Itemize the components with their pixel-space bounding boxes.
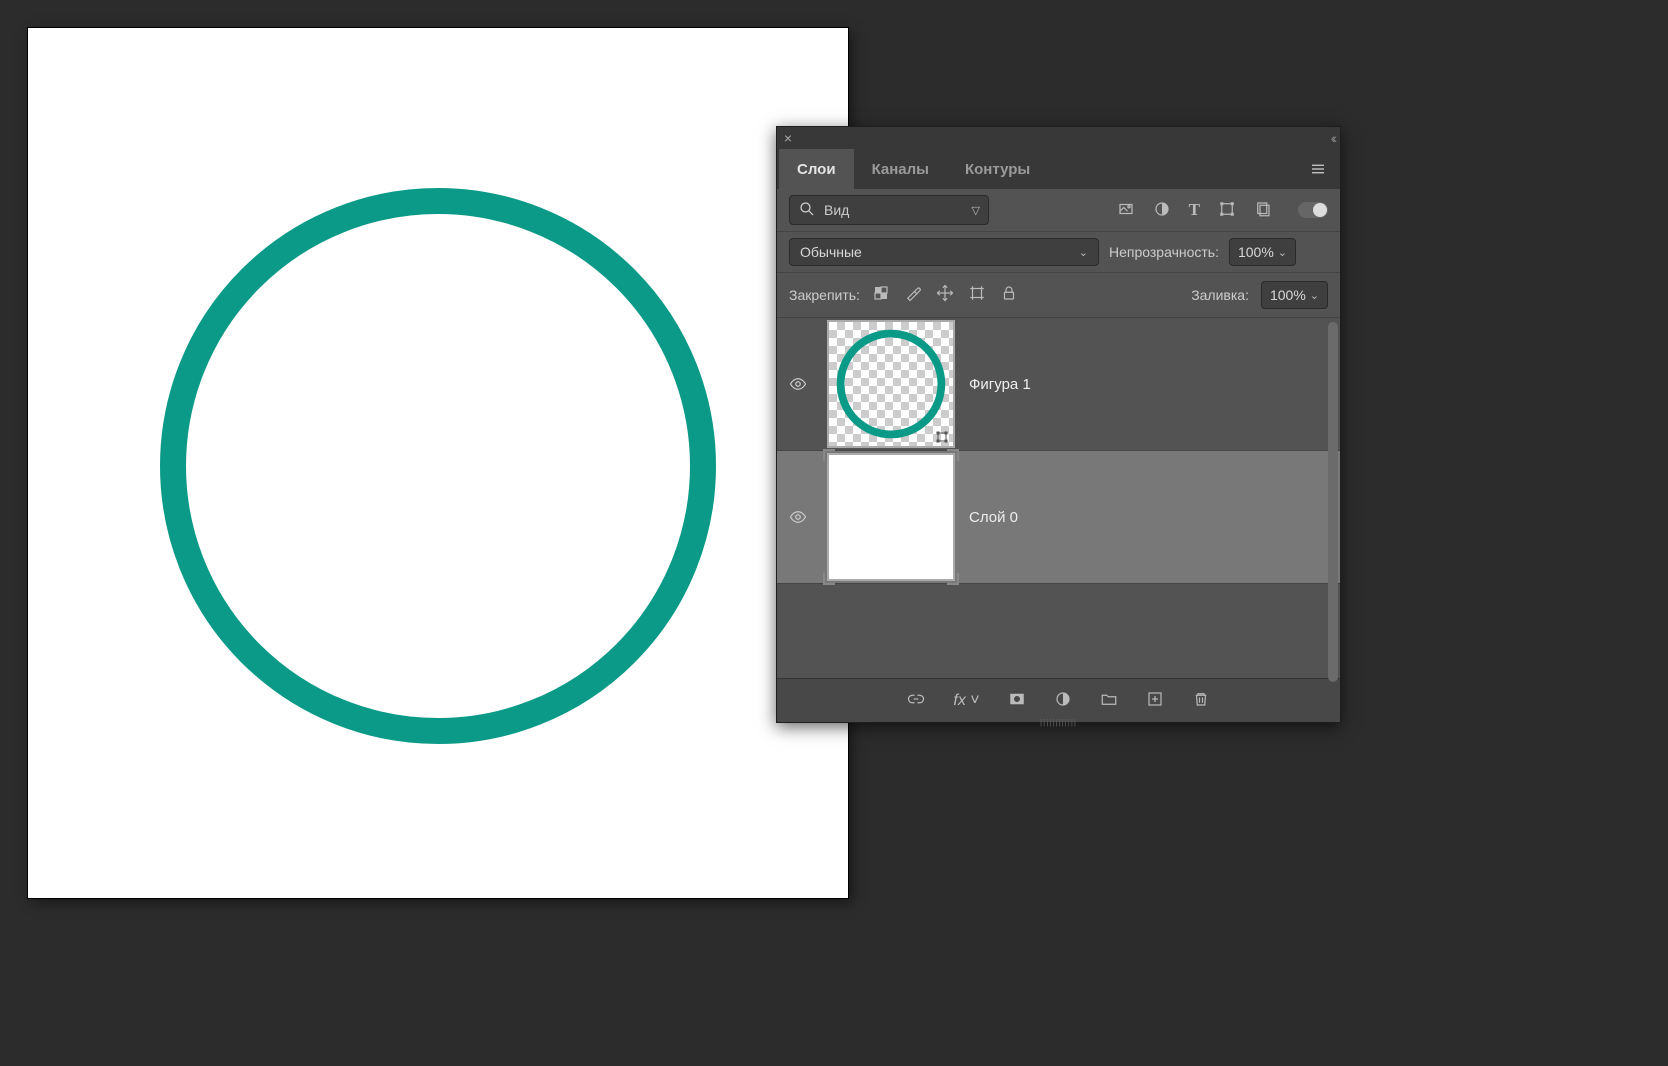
layer-thumbnail[interactable] bbox=[827, 320, 955, 448]
lock-transparency-icon[interactable] bbox=[872, 284, 890, 307]
filter-toggle[interactable] bbox=[1298, 202, 1328, 218]
layer-visibility-toggle[interactable] bbox=[783, 508, 813, 526]
layer-effects-button[interactable]: fx ˅ bbox=[953, 692, 979, 710]
fill-value: 100% bbox=[1270, 287, 1306, 303]
eye-icon bbox=[789, 508, 807, 526]
group-layers-button[interactable] bbox=[1100, 690, 1118, 711]
chevron-down-icon: ⌄ bbox=[1310, 289, 1319, 302]
filter-smartobject-icon[interactable] bbox=[1254, 200, 1272, 221]
blend-row: Обычные ⌄ Непрозрачность: 100% ⌄ bbox=[777, 231, 1340, 273]
layers-panel: × ‹‹ Слои Каналы Контуры Вид ▽ bbox=[776, 126, 1341, 723]
shape-badge-icon bbox=[933, 430, 951, 444]
panel-tabs: Слои Каналы Контуры bbox=[777, 149, 1340, 189]
opacity-input[interactable]: 100% ⌄ bbox=[1229, 238, 1296, 266]
filter-type-icon[interactable]: T bbox=[1189, 200, 1200, 220]
filter-shape-icon[interactable] bbox=[1218, 200, 1236, 221]
panel-resize-grip[interactable]: |||||||||||| bbox=[1024, 718, 1094, 724]
filter-adjustment-icon[interactable] bbox=[1153, 200, 1171, 221]
layer-kind-filter[interactable]: Вид ▽ bbox=[789, 195, 989, 225]
panel-header: × ‹‹ bbox=[777, 127, 1340, 149]
panel-collapse-button[interactable]: ‹‹ bbox=[1331, 127, 1334, 149]
tab-channels[interactable]: Каналы bbox=[854, 149, 947, 189]
opacity-value: 100% bbox=[1238, 244, 1274, 260]
layer-row[interactable]: Фигура 1 bbox=[777, 318, 1340, 451]
link-layers-button[interactable] bbox=[907, 690, 925, 711]
filter-row: Вид ▽ T bbox=[777, 189, 1340, 231]
tab-layers[interactable]: Слои bbox=[779, 149, 854, 189]
panel-menu-button[interactable] bbox=[1304, 149, 1332, 189]
filter-pixel-icon[interactable] bbox=[1117, 200, 1135, 221]
layer-row[interactable]: Слой 0 bbox=[777, 451, 1340, 584]
hamburger-icon bbox=[1309, 160, 1327, 178]
filter-icons: T bbox=[1117, 200, 1328, 221]
chevron-down-icon: ⌄ bbox=[1278, 246, 1287, 259]
chevron-down-icon: ⌄ bbox=[1079, 246, 1088, 259]
fill-input[interactable]: 100% ⌄ bbox=[1261, 281, 1328, 309]
lock-all-icon[interactable] bbox=[1000, 284, 1018, 307]
lock-paint-icon[interactable] bbox=[904, 284, 922, 307]
adjustment-layer-button[interactable] bbox=[1054, 690, 1072, 711]
layers-scrollbar[interactable] bbox=[1328, 322, 1338, 674]
layers-list: Фигура 1 Слой 0 bbox=[777, 318, 1340, 678]
scrollbar-thumb[interactable] bbox=[1328, 322, 1338, 682]
tab-paths[interactable]: Контуры bbox=[947, 149, 1048, 189]
eye-icon bbox=[789, 375, 807, 393]
blend-mode-label: Обычные bbox=[800, 244, 1079, 260]
panel-footer: fx ˅ bbox=[777, 678, 1340, 722]
chevron-down-icon: ▽ bbox=[972, 204, 980, 217]
document-canvas[interactable] bbox=[28, 28, 848, 898]
fill-label: Заливка: bbox=[1191, 287, 1249, 303]
thumbnail-shape bbox=[829, 322, 953, 446]
layer-thumbnail[interactable] bbox=[827, 453, 955, 581]
lock-row: Закрепить: Заливка: 100% ⌄ bbox=[777, 273, 1340, 318]
canvas-content bbox=[28, 28, 848, 898]
layer-kind-label: Вид bbox=[824, 202, 964, 218]
lock-label: Закрепить: bbox=[789, 287, 860, 303]
layer-name[interactable]: Слой 0 bbox=[969, 509, 1018, 526]
add-mask-button[interactable] bbox=[1008, 690, 1026, 711]
lock-artboard-icon[interactable] bbox=[968, 284, 986, 307]
search-icon bbox=[798, 200, 816, 221]
panel-close-button[interactable]: × bbox=[777, 127, 799, 149]
layer-name[interactable]: Фигура 1 bbox=[969, 376, 1031, 393]
delete-layer-button[interactable] bbox=[1192, 690, 1210, 711]
new-layer-button[interactable] bbox=[1146, 690, 1164, 711]
opacity-label: Непрозрачность: bbox=[1109, 244, 1219, 260]
lock-position-icon[interactable] bbox=[936, 284, 954, 307]
blend-mode-dropdown[interactable]: Обычные ⌄ bbox=[789, 238, 1099, 266]
layer-visibility-toggle[interactable] bbox=[783, 375, 813, 393]
